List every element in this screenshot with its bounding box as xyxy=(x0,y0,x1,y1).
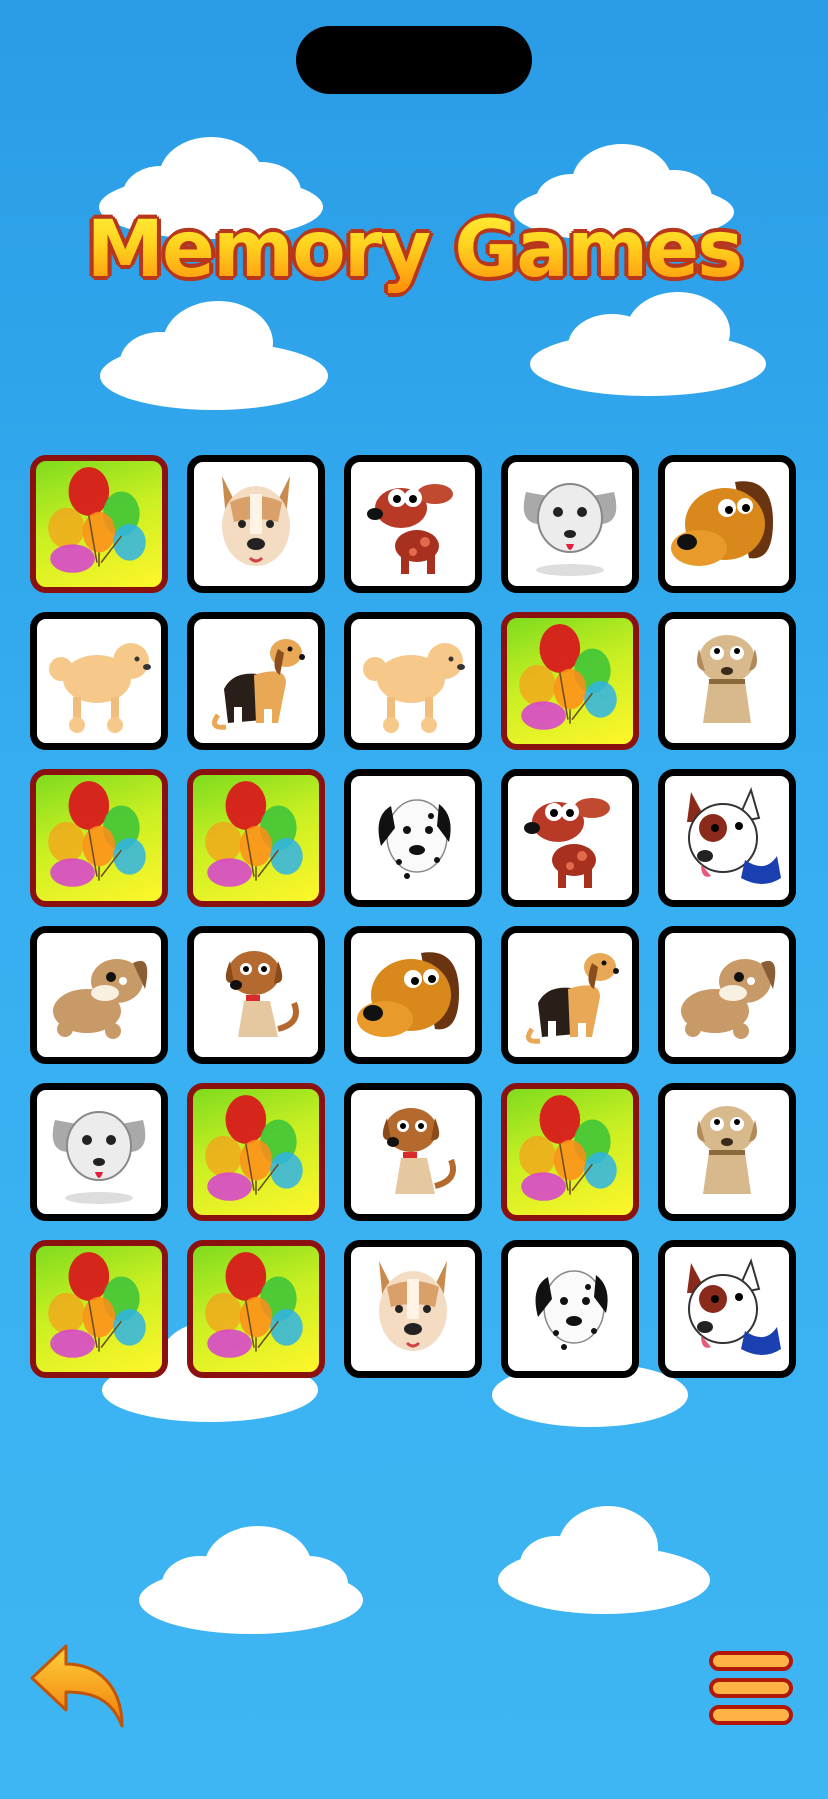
cloud-decoration xyxy=(139,1526,363,1634)
cloud-decoration xyxy=(100,301,328,410)
shaggy-dog-icon xyxy=(681,959,776,1039)
balloons-icon xyxy=(205,1252,303,1358)
balloons-icon xyxy=(519,624,617,730)
card-face[interactable] xyxy=(187,455,325,593)
tan-puppy-icon xyxy=(697,1106,757,1194)
card-back[interactable] xyxy=(30,769,168,907)
card-back[interactable] xyxy=(187,1083,325,1221)
card-back[interactable] xyxy=(187,769,325,907)
cloud-decoration xyxy=(530,292,766,396)
shaggy-dog-icon xyxy=(53,959,148,1039)
pitbull-dog-icon xyxy=(379,1261,447,1351)
balloons-icon xyxy=(48,467,146,573)
card-face[interactable] xyxy=(30,926,168,1064)
card-grid xyxy=(30,455,796,1378)
back-arrow-icon[interactable] xyxy=(28,1640,128,1730)
balloons-icon xyxy=(205,781,303,887)
brown-dog-face-icon xyxy=(357,952,459,1037)
brown-dog-face-icon xyxy=(671,481,773,566)
card-face[interactable] xyxy=(501,455,639,593)
beagle-icon xyxy=(211,639,305,730)
card-face[interactable] xyxy=(501,926,639,1064)
card-face[interactable] xyxy=(658,1083,796,1221)
cloud-decoration xyxy=(498,1506,710,1614)
card-back[interactable] xyxy=(187,1240,325,1378)
card-face[interactable] xyxy=(501,769,639,907)
scruffy-puppy-icon xyxy=(382,1108,456,1194)
card-back[interactable] xyxy=(30,455,168,593)
balloons-icon xyxy=(205,1095,303,1201)
card-face[interactable] xyxy=(30,612,168,750)
dalmatian-icon xyxy=(378,799,451,879)
bull-terrier-icon xyxy=(687,787,781,884)
grey-dog-icon xyxy=(52,1111,146,1204)
poodle-icon xyxy=(49,643,151,733)
balloons-icon xyxy=(519,1095,617,1201)
card-face[interactable] xyxy=(344,1240,482,1378)
card-face[interactable] xyxy=(658,1240,796,1378)
card-face[interactable] xyxy=(30,1083,168,1221)
pitbull-dog-icon xyxy=(222,476,290,566)
card-face[interactable] xyxy=(658,455,796,593)
balloons-icon xyxy=(48,1252,146,1358)
game-title: Memory Games xyxy=(0,205,828,295)
card-face[interactable] xyxy=(658,769,796,907)
card-face[interactable] xyxy=(187,926,325,1064)
dalmatian-icon xyxy=(535,1270,608,1350)
card-face[interactable] xyxy=(187,612,325,750)
tan-puppy-icon xyxy=(697,635,757,723)
card-face[interactable] xyxy=(344,455,482,593)
card-back[interactable] xyxy=(501,612,639,750)
bull-terrier-icon xyxy=(687,1258,781,1355)
card-back[interactable] xyxy=(501,1083,639,1221)
card-face[interactable] xyxy=(658,612,796,750)
card-face[interactable] xyxy=(658,926,796,1064)
card-face[interactable] xyxy=(344,1083,482,1221)
card-face[interactable] xyxy=(344,769,482,907)
hamburger-menu-icon[interactable] xyxy=(708,1650,794,1726)
balloons-icon xyxy=(48,781,146,887)
red-puppy-icon xyxy=(524,798,610,888)
device-notch xyxy=(296,26,532,94)
card-back[interactable] xyxy=(30,1240,168,1378)
card-face[interactable] xyxy=(344,612,482,750)
card-face[interactable] xyxy=(344,926,482,1064)
beagle-icon xyxy=(525,953,619,1044)
poodle-icon xyxy=(363,643,465,733)
scruffy-puppy-icon xyxy=(225,951,299,1037)
grey-dog-icon xyxy=(523,483,617,576)
red-puppy-icon xyxy=(367,484,453,574)
card-face[interactable] xyxy=(501,1240,639,1378)
